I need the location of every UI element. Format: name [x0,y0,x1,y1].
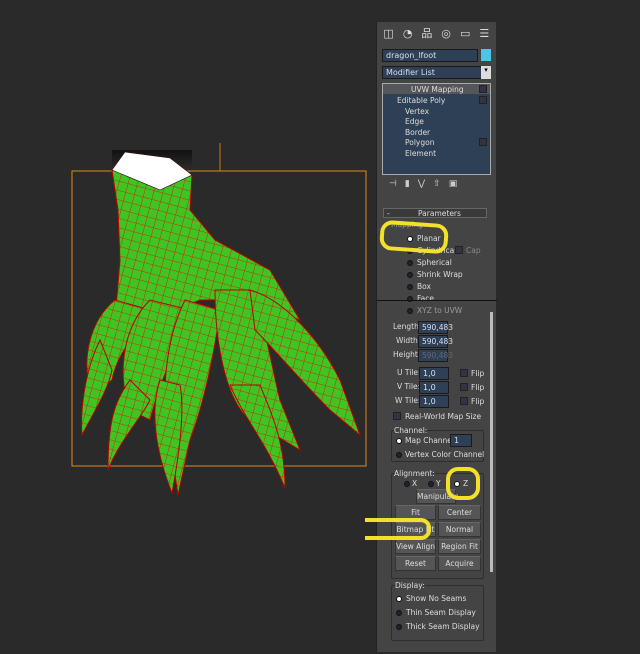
stack-item-polygon[interactable]: Polygon [405,138,434,147]
thick-seam-label: Thick Seam Display [406,622,480,631]
w-tile-label: W Tile: [395,396,421,405]
stack-item-editable-poly[interactable]: Editable Poly [397,96,445,105]
motion-tab-icon[interactable]: ◎ [439,26,454,41]
hierarchy-tab-icon[interactable]: 品 [419,26,434,41]
parameters-rollout[interactable]: - Parameters [383,208,487,218]
show-no-seams-label: Show No Seams [406,594,467,603]
acquire-button[interactable]: Acquire [438,556,481,571]
stack-item-border[interactable]: Border [405,128,430,137]
width-input[interactable]: 590,483 [418,335,453,348]
viewport[interactable] [0,0,370,652]
planar-highlight [379,219,449,255]
radio-thin-seam[interactable] [396,610,402,616]
stack-toolbar[interactable]: ⊣▮⋁⇧▣ [389,179,489,189]
y-label: Y [436,479,441,488]
chevron-down-icon[interactable]: ▾ [481,66,491,79]
u-tile-input[interactable]: 1,0 [419,367,449,380]
view-align-button[interactable]: View Align [395,539,436,554]
bitmap-fit-highlight [365,518,431,540]
x-label: X [412,479,418,488]
uvw-toggle[interactable] [479,85,487,93]
width-label: Width: [396,336,421,345]
shrink-wrap-label: Shrink Wrap [417,270,463,279]
u-flip-label: Flip [471,369,485,378]
height-label: Height: [393,350,421,359]
command-tabs: ◫ ◔ 品 ◎ ▭ ☰ [377,22,496,44]
cap-checkbox[interactable] [455,246,463,254]
center-button[interactable]: Center [438,505,481,520]
radio-map-channel[interactable] [396,438,402,444]
panel-scrollbar[interactable] [490,312,493,572]
stack-item-edge[interactable]: Edge [405,117,424,126]
real-world-label: Real-World Map Size [405,412,482,421]
map-channel-label: Map Channel: [405,436,457,445]
height-input[interactable]: 590,483 [418,349,453,362]
radio-vertex-color[interactable] [396,452,402,458]
modifier-stack: UVW Mapping Editable Poly Vertex Edge Bo… [382,83,491,175]
poly-toggle[interactable] [479,96,487,104]
stack-item-uvw-mapping[interactable]: UVW Mapping [411,85,464,94]
radio-spherical[interactable] [407,260,413,266]
region-fit-button[interactable]: Region Fit [438,539,481,554]
real-world-checkbox[interactable] [393,412,401,420]
object-color-swatch[interactable] [481,49,491,61]
polygon-toggle[interactable] [479,138,487,146]
foot-model [71,143,367,496]
radio-xyz-to-uvw[interactable] [407,308,413,314]
modifier-list-dropdown[interactable]: Modifier List [382,66,486,79]
display-label: Display: [395,581,425,590]
xyz-label: XYZ to UVW [417,306,463,315]
reset-button[interactable]: Reset [395,556,436,571]
v-tile-label: V Tile: [397,382,421,391]
normal-align-button[interactable]: Normal Align [438,522,481,548]
radio-thick-seam[interactable] [396,624,402,630]
channel-label: Channel: [394,426,428,435]
box-label: Box [417,282,431,291]
utilities-tab-icon[interactable]: ☰ [477,26,492,41]
modify-tab-icon[interactable]: ◔ [400,26,415,41]
radio-shrink-wrap[interactable] [407,272,413,278]
thin-seam-label: Thin Seam Display [406,608,476,617]
radio-x[interactable] [404,481,410,487]
command-panel: ◫ ◔ 品 ◎ ▭ ☰ dragon_lfoot Modifier List ▾… [376,22,497,652]
spherical-label: Spherical [417,258,452,267]
length-input[interactable]: 590,483 [418,321,453,334]
radio-box[interactable] [407,284,413,290]
map-channel-input[interactable]: 1 [450,434,472,447]
z-highlight [446,467,480,500]
w-flip-label: Flip [471,397,485,406]
create-tab-icon[interactable]: ◫ [381,26,396,41]
stack-item-element[interactable]: Element [405,149,436,158]
radio-y[interactable] [428,481,434,487]
radio-face[interactable] [407,296,413,302]
object-name-field[interactable]: dragon_lfoot [382,49,478,62]
vertex-color-label: Vertex Color Channel [405,450,485,459]
u-flip-checkbox[interactable] [460,369,468,377]
w-tile-input[interactable]: 1,0 [419,395,449,408]
v-tile-input[interactable]: 1,0 [419,381,449,394]
cap-label: Cap [466,246,481,255]
w-flip-checkbox[interactable] [460,397,468,405]
alignment-label: Alignment: [394,469,435,478]
radio-show-no-seams[interactable] [396,596,402,602]
face-label: Face [417,294,434,303]
v-flip-label: Flip [471,383,485,392]
v-flip-checkbox[interactable] [460,383,468,391]
u-tile-label: U Tile: [397,368,421,377]
rollout-title: Parameters [418,209,461,218]
display-tab-icon[interactable]: ▭ [458,26,473,41]
stack-item-vertex[interactable]: Vertex [405,107,429,116]
